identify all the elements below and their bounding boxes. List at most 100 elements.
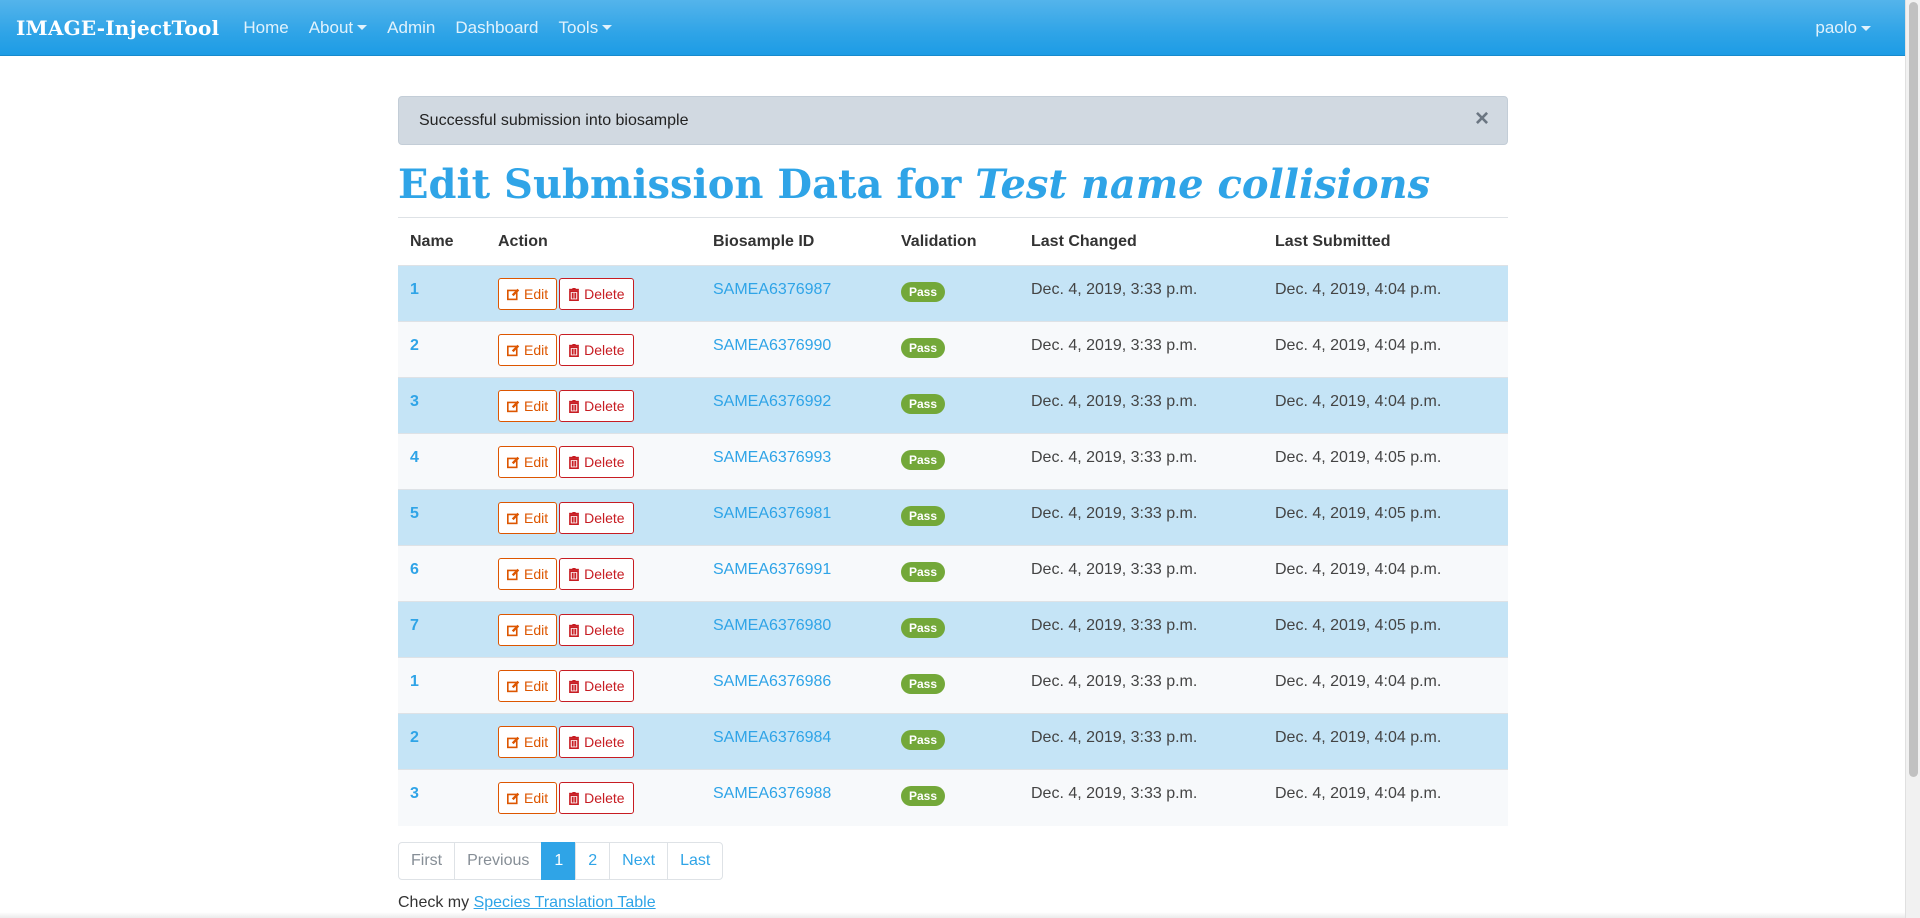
row-name-link[interactable]: 5 [410,505,419,522]
nav-about-dropdown[interactable]: About [299,18,377,38]
page-2[interactable]: 2 [575,841,611,880]
trash-icon [569,623,579,637]
table-row: 3 Edit Delete SAMEA6376988 Pass Dec. 4, 2019,… [398,769,1508,826]
table-body: 1 Edit Delete SAMEA6376987 Pass Dec. 4, 2019,… [398,265,1508,826]
trash-icon [569,567,579,581]
page-first[interactable]: First [398,841,456,880]
table-row: 6 Edit Delete SAMEA6376991 Pass Dec. 4, 2019,… [398,545,1508,602]
header-biosample-id: Biosample ID [701,217,889,266]
row-name-link[interactable]: 4 [410,449,419,466]
delete-button[interactable]: Delete [559,782,634,814]
cell-name: 5 [398,489,486,546]
edit-button[interactable]: Edit [498,782,558,814]
cell-validation: Pass [889,601,1019,658]
edit-button[interactable]: Edit [498,670,558,702]
validation-badge: Pass [901,506,946,526]
biosample-id-link[interactable]: SAMEA6376993 [713,449,831,466]
delete-button[interactable]: Delete [559,726,634,758]
row-name-link[interactable]: 2 [410,729,419,746]
biosample-id-link[interactable]: SAMEA6376988 [713,785,831,802]
biosample-id-link[interactable]: SAMEA6376992 [713,393,831,410]
cell-validation: Pass [889,433,1019,490]
biosample-id-link[interactable]: SAMEA6376980 [713,617,831,634]
biosample-id-link[interactable]: SAMEA6376981 [713,505,831,522]
page-last[interactable]: Last [667,841,724,880]
nav-admin[interactable]: Admin [377,18,445,38]
cell-biosample-id: SAMEA6376980 [701,601,889,658]
edit-button-label: Edit [524,566,549,582]
page-1[interactable]: 1 [541,841,577,880]
cell-name: 3 [398,769,486,826]
row-name-link[interactable]: 6 [410,561,419,578]
row-name-link[interactable]: 1 [410,281,419,298]
user-name: paolo [1815,18,1857,37]
close-icon[interactable]: × [1475,107,1489,131]
page-title: Edit Submission Data for Test name colli… [398,159,1508,211]
delete-button[interactable]: Delete [559,278,634,310]
cell-action: Edit Delete [486,377,701,434]
edit-icon [507,624,520,636]
scrollbar-thumb[interactable] [1909,2,1918,777]
row-name-link[interactable]: 3 [410,393,419,410]
species-translation-link[interactable]: Species Translation Table [474,894,656,911]
edit-button[interactable]: Edit [498,502,558,534]
biosample-id-link[interactable]: SAMEA6376984 [713,729,831,746]
cell-biosample-id: SAMEA6376992 [701,377,889,434]
user-menu-dropdown[interactable]: paolo [1805,0,1881,56]
edit-button[interactable]: Edit [498,390,558,422]
row-name-link[interactable]: 3 [410,785,419,802]
edit-button[interactable]: Edit [498,614,558,646]
delete-button[interactable]: Delete [559,334,634,366]
edit-icon [507,288,520,300]
delete-button[interactable]: Delete [559,614,634,646]
trash-icon [569,791,579,805]
biosample-id-link[interactable]: SAMEA6376987 [713,281,831,298]
edit-button[interactable]: Edit [498,558,558,590]
nav-dashboard[interactable]: Dashboard [445,18,548,38]
delete-button[interactable]: Delete [559,670,634,702]
delete-button[interactable]: Delete [559,502,634,534]
delete-button[interactable]: Delete [559,446,634,478]
edit-button-label: Edit [524,790,549,806]
row-name-link[interactable]: 2 [410,337,419,354]
table-row: 1 Edit Delete SAMEA6376986 Pass Dec. 4, 2019,… [398,657,1508,714]
edit-button[interactable]: Edit [498,334,558,366]
nav-home[interactable]: Home [233,18,298,38]
vertical-scrollbar[interactable] [1905,0,1920,918]
cell-last-changed: Dec. 4, 2019, 3:33 p.m. [1019,489,1263,546]
validation-badge: Pass [901,394,946,414]
cell-biosample-id: SAMEA6376987 [701,265,889,322]
biosample-id-link[interactable]: SAMEA6376991 [713,561,831,578]
cell-biosample-id: SAMEA6376981 [701,489,889,546]
chevron-down-icon [357,25,368,30]
cell-action: Edit Delete [486,657,701,714]
edit-icon [507,792,520,804]
biosample-id-link[interactable]: SAMEA6376990 [713,337,831,354]
delete-button[interactable]: Delete [559,390,634,422]
page-previous[interactable]: Previous [454,841,543,880]
cell-action: Edit Delete [486,713,701,770]
nav-tools-dropdown[interactable]: Tools [549,18,623,38]
validation-badge: Pass [901,282,946,302]
trash-icon [569,399,579,413]
cell-action: Edit Delete [486,489,701,546]
validation-badge: Pass [901,618,946,638]
page-next[interactable]: Next [609,841,669,880]
delete-button[interactable]: Delete [559,558,634,590]
brand-logo[interactable]: IMAGE-InjectTool [16,16,219,40]
table-header-row: Name Action Biosample ID Validation Last… [398,217,1508,266]
row-name-link[interactable]: 7 [410,617,419,634]
success-alert: Successful submission into biosample × [398,96,1508,145]
cell-last-submitted: Dec. 4, 2019, 4:04 p.m. [1263,713,1508,770]
table-row: 3 Edit Delete SAMEA6376992 Pass Dec. 4, 2019,… [398,377,1508,434]
edit-button[interactable]: Edit [498,446,558,478]
cell-name: 1 [398,265,486,322]
edit-button[interactable]: Edit [498,726,558,758]
top-navbar: IMAGE-InjectTool Home About Admin Dashbo… [0,0,1905,56]
biosample-id-link[interactable]: SAMEA6376986 [713,673,831,690]
edit-button[interactable]: Edit [498,278,558,310]
validation-badge: Pass [901,786,946,806]
row-name-link[interactable]: 1 [410,673,419,690]
edit-icon [507,568,520,580]
cell-last-changed: Dec. 4, 2019, 3:33 p.m. [1019,601,1263,658]
